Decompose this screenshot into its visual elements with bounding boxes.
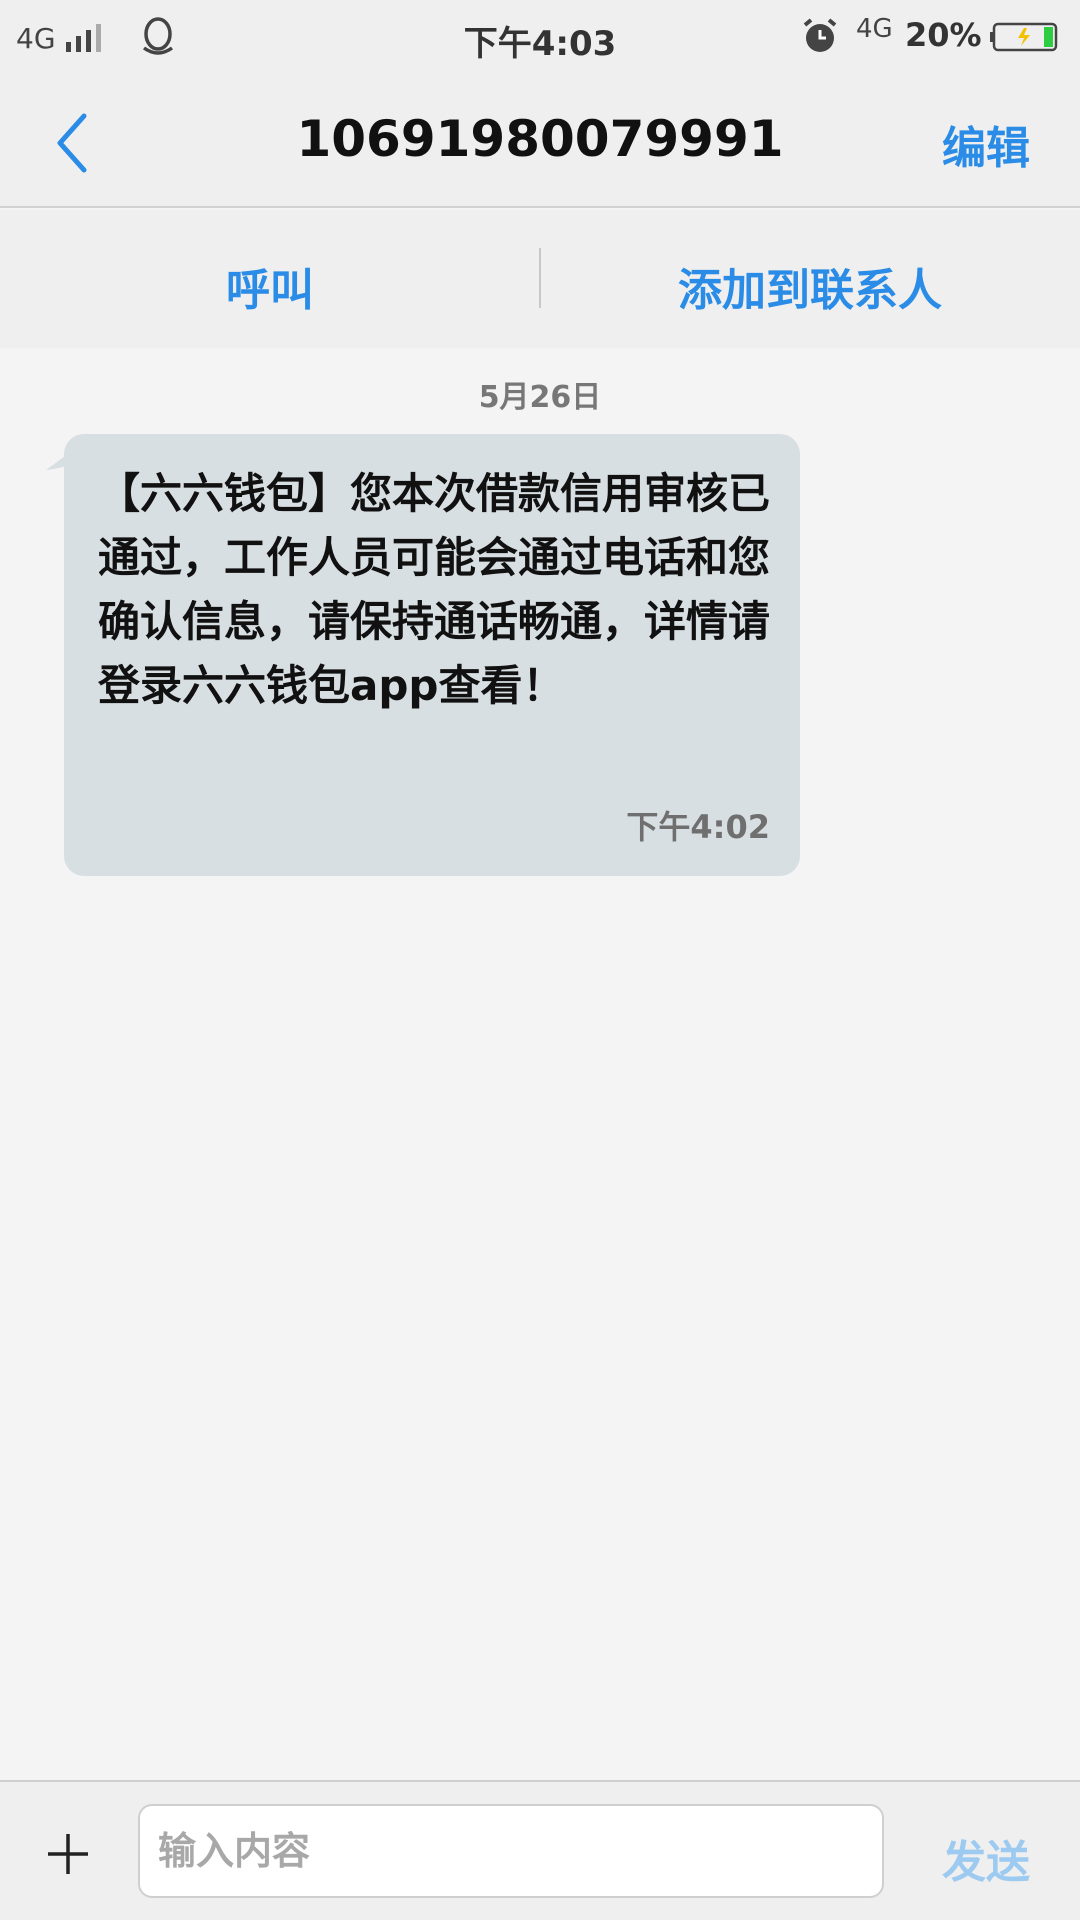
contact-actions-bar: 呼叫 添加到联系人 (0, 210, 1080, 348)
network-type-secondary: 4G (856, 14, 893, 44)
alarm-icon (803, 18, 837, 52)
conversation-header: 10691980079991 编辑 (0, 72, 1080, 208)
edit-button[interactable]: 编辑 (942, 112, 1030, 176)
add-to-contacts-button[interactable]: 添加到联系人 (540, 254, 1080, 318)
message-bubble[interactable]: 【六六钱包】您本次借款信用审核已通过，工作人员可能会通过电话和您确认信息，请保持… (64, 434, 800, 876)
composer-bar: 发送 (0, 1780, 1080, 1920)
battery-charging-icon (990, 22, 1058, 52)
message-time: 下午4:02 (626, 808, 770, 846)
call-button[interactable]: 呼叫 (0, 254, 540, 318)
message-text: 【六六钱包】您本次借款信用审核已通过，工作人员可能会通过电话和您确认信息，请保持… (98, 469, 771, 710)
send-button[interactable]: 发送 (942, 1826, 1030, 1890)
conversation-date: 5月26日 (478, 380, 602, 415)
battery-percent: 20% (905, 16, 982, 54)
contact-number-title: 10691980079991 (296, 110, 784, 168)
status-bar: 4G 下午4:03 4G 20% (0, 0, 1080, 72)
plus-icon[interactable] (44, 1830, 92, 1878)
message-input[interactable] (138, 1804, 884, 1898)
